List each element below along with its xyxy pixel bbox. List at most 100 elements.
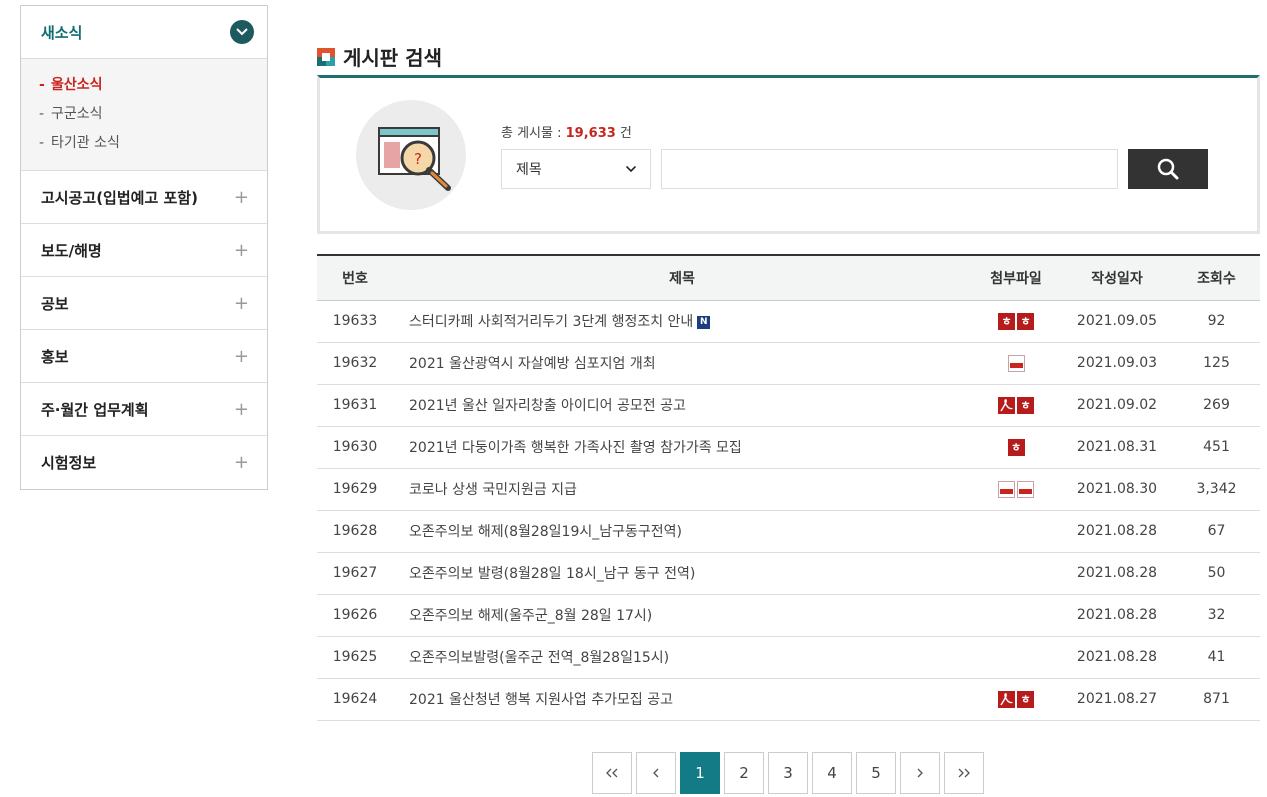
- table-row[interactable]: 19633 스터디카페 사회적거리두기 3단계 행정조치 안내 N ㅎㅎ 2021.09…: [317, 300, 1260, 343]
- sidebar-header-label: 새소식: [41, 23, 83, 42]
- page-button-4[interactable]: 4: [812, 752, 852, 794]
- col-header-no: 번호: [317, 255, 393, 301]
- post-title-link[interactable]: 코로나 상생 국민지원금 지급: [409, 482, 577, 498]
- plus-icon: +: [233, 186, 249, 208]
- hwp-file-icon[interactable]: ㅎ: [1017, 312, 1034, 330]
- cell-date: 2021.08.28: [1061, 510, 1173, 553]
- cell-attachments: ㅎㅎ: [971, 300, 1061, 343]
- cell-attachments: [971, 552, 1061, 595]
- png-file-icon[interactable]: [1007, 354, 1025, 372]
- table-row[interactable]: 19629 코로나 상생 국민지원금 지급 2021.08.30 3,342: [317, 468, 1260, 511]
- page-button-3[interactable]: 3: [768, 752, 808, 794]
- prev-page-button[interactable]: [636, 752, 676, 794]
- post-title-link[interactable]: 오존주의보발령(울주군 전역_8월28일15시): [409, 650, 669, 666]
- cell-hits: 67: [1173, 510, 1260, 553]
- page-button-2[interactable]: 2: [724, 752, 764, 794]
- search-input[interactable]: [661, 149, 1118, 189]
- new-badge-icon: N: [697, 315, 711, 329]
- search-button[interactable]: [1128, 149, 1208, 189]
- last-page-button[interactable]: [944, 752, 984, 794]
- sidebar-item-bulletin[interactable]: 공보 +: [21, 277, 267, 330]
- post-title-link[interactable]: 스터디카페 사회적거리두기 3단계 행정조치 안내: [409, 314, 693, 330]
- cell-date: 2021.09.02: [1061, 384, 1173, 427]
- cell-attachments: [971, 510, 1061, 553]
- page-button-5[interactable]: 5: [856, 752, 896, 794]
- plus-icon: +: [233, 345, 249, 367]
- table-row[interactable]: 19627 오존주의보 발령(8월28일 18시_남구 동구 전역) 2021.08…: [317, 552, 1260, 595]
- hwp-file-icon[interactable]: ㅎ: [1017, 396, 1034, 414]
- first-page-button[interactable]: [592, 752, 632, 794]
- jpg-file-icon[interactable]: [1017, 480, 1034, 498]
- post-title-link[interactable]: 2021 울산청년 행복 지원사업 추가모집 공고: [409, 692, 673, 708]
- search-illustration-icon: ?: [356, 100, 466, 210]
- cell-subject: 2021 울산청년 행복 지원사업 추가모집 공고: [393, 678, 971, 721]
- cell-hits: 125: [1173, 342, 1260, 385]
- cell-subject: 2021년 울산 일자리창출 아이디어 공모전 공고: [393, 384, 971, 427]
- chevron-down-icon[interactable]: [230, 20, 254, 44]
- cell-hits: 50: [1173, 552, 1260, 595]
- sidebar-subitem-ulsan-news[interactable]: - 울산소식: [39, 71, 267, 100]
- cell-no: 19627: [317, 552, 393, 595]
- next-page-button[interactable]: [900, 752, 940, 794]
- cell-attachments: ㅎ: [971, 426, 1061, 469]
- plus-icon: +: [233, 398, 249, 420]
- cell-subject: 코로나 상생 국민지원금 지급: [393, 468, 971, 511]
- cell-date: 2021.08.28: [1061, 552, 1173, 595]
- cell-attachments: ㅎ: [971, 678, 1061, 721]
- sidebar-subitem-district-news[interactable]: - 구군소식: [39, 100, 267, 129]
- page-button-1[interactable]: 1: [680, 752, 720, 794]
- table-header-row: 번호 제목 첨부파일 작성일자 조회수: [317, 255, 1260, 301]
- post-title-link[interactable]: 오존주의보 해제(울주군_8월 28일 17시): [409, 608, 652, 624]
- title-bullet-icon: [317, 47, 335, 66]
- post-title-link[interactable]: 오존주의보 발령(8월28일 18시_남구 동구 전역): [409, 566, 695, 582]
- cell-subject: 2021년 다둥이가족 행복한 가족사진 촬영 참가가족 모집: [393, 426, 971, 469]
- board-table: 번호 제목 첨부파일 작성일자 조회수 19633 스터디카페 사회적거리두기 3…: [317, 254, 1260, 721]
- chevron-left-icon: [653, 768, 659, 778]
- jpg-file-icon[interactable]: [998, 480, 1015, 498]
- cell-attachments: [971, 636, 1061, 679]
- table-row[interactable]: 19626 오존주의보 해제(울주군_8월 28일 17시) 2021.08.28 3…: [317, 594, 1260, 637]
- sidebar-item-notices[interactable]: 고시공고(입법예고 포함) +: [21, 171, 267, 224]
- sidebar-item-promotion[interactable]: 홍보 +: [21, 330, 267, 383]
- plus-icon: +: [233, 452, 249, 473]
- col-header-subject: 제목: [393, 255, 971, 301]
- post-title-link[interactable]: 2021년 울산 일자리창출 아이디어 공모전 공고: [409, 398, 686, 414]
- pagination: 1 2 3 4 5: [592, 752, 988, 794]
- table-row[interactable]: 19632 2021 울산광역시 자살예방 심포지엄 개최 2021.09.03 12…: [317, 342, 1260, 385]
- cell-no: 19626: [317, 594, 393, 637]
- sidebar-item-exam-info[interactable]: 시험정보 +: [21, 436, 267, 489]
- hwp-file-icon[interactable]: ㅎ: [1017, 690, 1034, 708]
- post-title-link[interactable]: 오존주의보 해제(8월28일19시_남구동구전역): [409, 524, 682, 540]
- cell-no: 19630: [317, 426, 393, 469]
- page-title-wrap: 게시판 검색: [317, 42, 442, 71]
- hwp-file-icon[interactable]: ㅎ: [998, 312, 1015, 330]
- pdf-file-icon[interactable]: [998, 396, 1015, 414]
- sidebar-item-work-plan[interactable]: 주·월간 업무계획 +: [21, 383, 267, 436]
- cell-subject: 오존주의보 해제(울주군_8월 28일 17시): [393, 594, 971, 637]
- cell-no: 19631: [317, 384, 393, 427]
- post-title-link[interactable]: 2021년 다둥이가족 행복한 가족사진 촬영 참가가족 모집: [409, 440, 742, 456]
- sidebar-subitem-other-agency-news[interactable]: - 타기관 소식: [39, 129, 267, 158]
- col-header-date: 작성일자: [1061, 255, 1173, 301]
- pdf-file-icon[interactable]: [998, 690, 1015, 708]
- cell-no: 19633: [317, 300, 393, 343]
- cell-date: 2021.08.27: [1061, 678, 1173, 721]
- post-title-link[interactable]: 2021 울산광역시 자살예방 심포지엄 개최: [409, 356, 656, 372]
- hwp-file-icon[interactable]: ㅎ: [1007, 438, 1025, 456]
- plus-icon: +: [233, 292, 249, 314]
- table-row[interactable]: 19631 2021년 울산 일자리창출 아이디어 공모전 공고 ㅎ 2021.09.…: [317, 384, 1260, 427]
- table-row[interactable]: 19625 오존주의보발령(울주군 전역_8월28일15시) 2021.08.28 4…: [317, 636, 1260, 679]
- table-row[interactable]: 19628 오존주의보 해제(8월28일19시_남구동구전역) 2021.08.28…: [317, 510, 1260, 553]
- table-row[interactable]: 19630 2021년 다둥이가족 행복한 가족사진 촬영 참가가족 모집 ㅎ 202…: [317, 426, 1260, 469]
- sidebar-header[interactable]: 새소식: [21, 6, 267, 59]
- sidebar-item-press[interactable]: 보도/해명 +: [21, 224, 267, 277]
- table-row[interactable]: 19624 2021 울산청년 행복 지원사업 추가모집 공고 ㅎ 2021.08.2…: [317, 678, 1260, 721]
- cell-subject: 오존주의보 발령(8월28일 18시_남구 동구 전역): [393, 552, 971, 595]
- search-field-select[interactable]: 제목: [501, 149, 651, 189]
- cell-subject: 2021 울산광역시 자살예방 심포지엄 개최: [393, 342, 971, 385]
- double-chevron-right-icon: [958, 768, 970, 778]
- svg-text:?: ?: [414, 150, 422, 168]
- cell-subject: 오존주의보 해제(8월28일19시_남구동구전역): [393, 510, 971, 553]
- cell-hits: 41: [1173, 636, 1260, 679]
- cell-hits: 3,342: [1173, 468, 1260, 511]
